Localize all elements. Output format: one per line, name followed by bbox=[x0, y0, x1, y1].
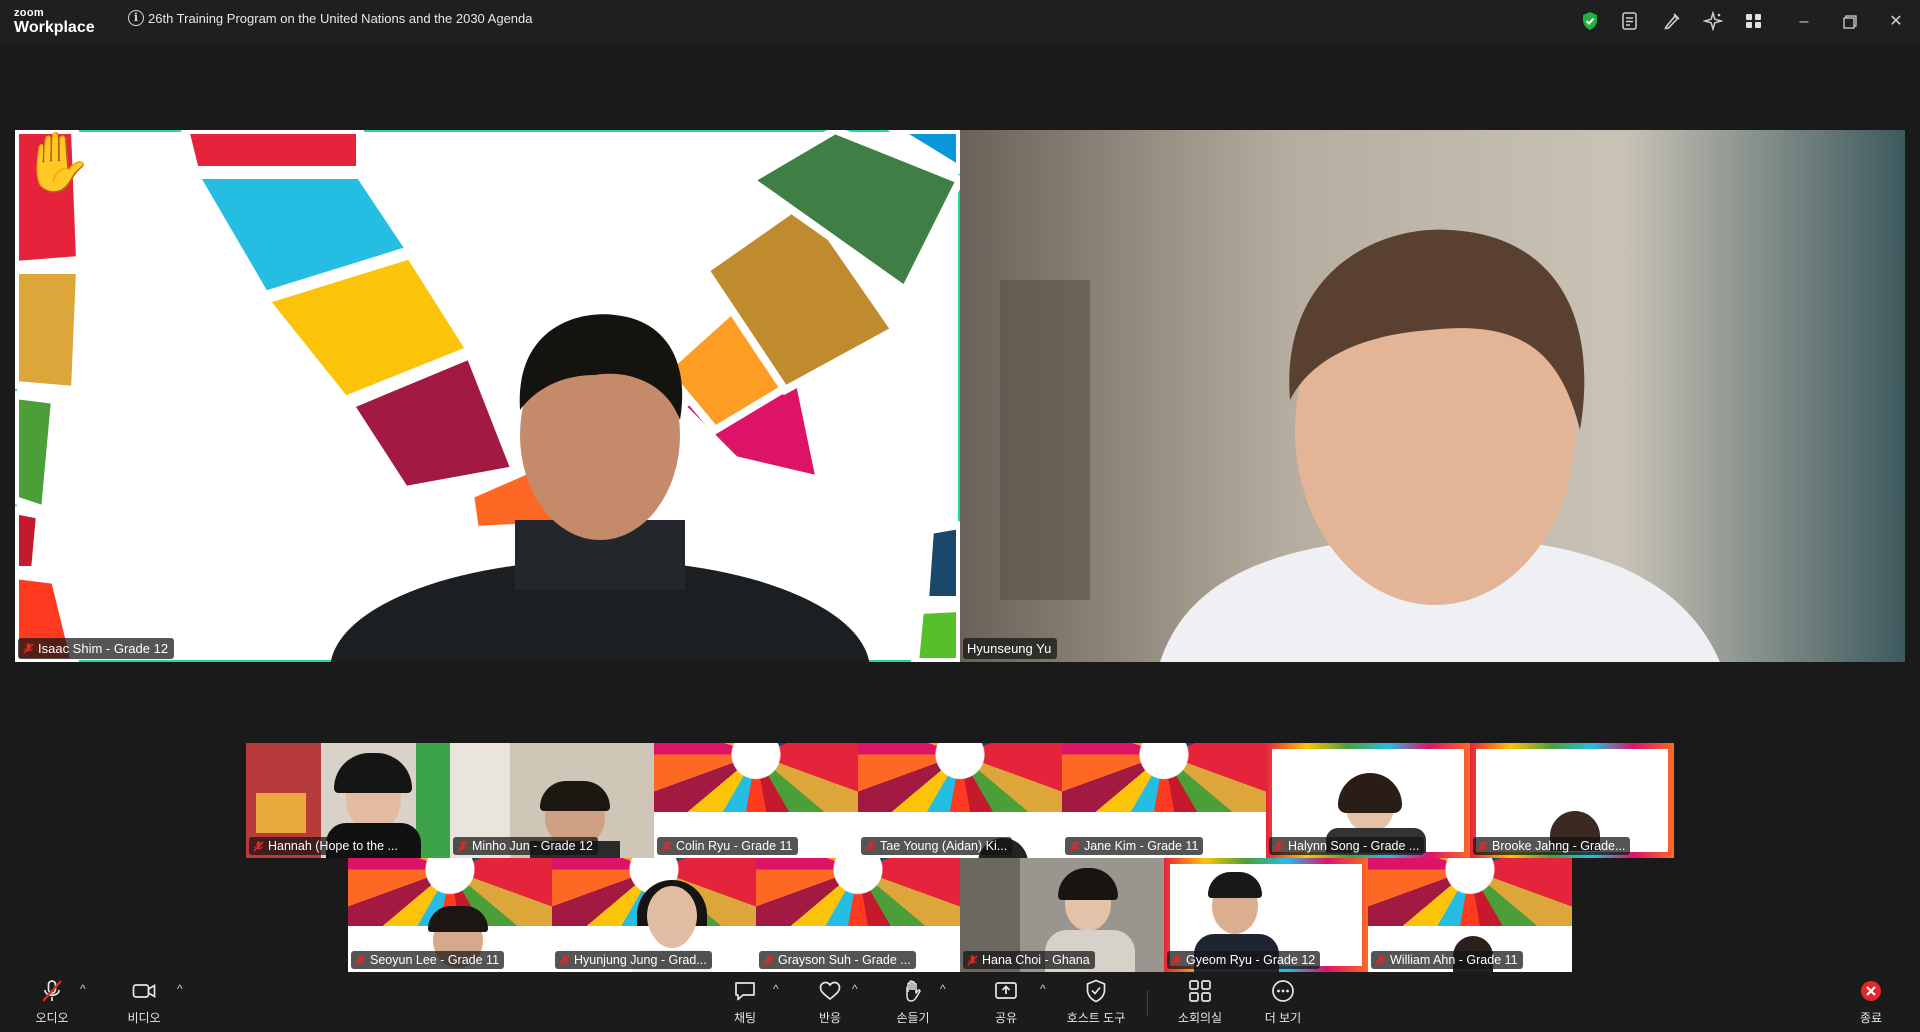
chat-button[interactable]: 채팅 bbox=[723, 978, 767, 1026]
gallery-tile-hannah[interactable]: Hannah (Hope to the ... bbox=[246, 743, 450, 858]
security-shield-icon[interactable] bbox=[1580, 11, 1600, 31]
gallery-tile-william[interactable]: William Ahn - Grade 11 bbox=[1368, 858, 1572, 972]
video-tile-hyunseung[interactable]: Hyunseung Yu bbox=[960, 130, 1905, 662]
muted-mic-icon bbox=[355, 954, 366, 966]
annotate-icon[interactable] bbox=[1662, 11, 1682, 31]
more-dots-icon bbox=[1272, 980, 1294, 1002]
participant-name-tag: Halynn Song - Grade ... bbox=[1269, 837, 1425, 855]
participant-name-tag: Jane Kim - Grade 11 bbox=[1065, 837, 1204, 855]
video-button[interactable]: 비디오 bbox=[122, 978, 166, 1026]
meeting-title: 26th Training Program on the United Nati… bbox=[148, 11, 533, 26]
raised-hand-icon: ✋ bbox=[21, 130, 94, 195]
muted-mic-icon bbox=[457, 840, 468, 852]
more-button[interactable]: 더 보기 bbox=[1258, 978, 1308, 1026]
room-background bbox=[960, 130, 1905, 662]
participant-name-tag: Grayson Suh - Grade ... bbox=[759, 951, 916, 969]
muted-mic-icon bbox=[1171, 954, 1182, 966]
reactions-options-chevron-icon[interactable]: ^ bbox=[852, 982, 858, 996]
participant-name-tag: Hannah (Hope to the ... bbox=[249, 837, 403, 855]
host-tools-button[interactable]: 호스트 도구 bbox=[1060, 978, 1132, 1026]
video-tile-isaac[interactable]: ✋ Isaac Shim - Grade 12 bbox=[15, 130, 960, 662]
gallery-tile-colin[interactable]: Colin Ryu - Grade 11 bbox=[654, 743, 858, 858]
share-screen-icon bbox=[995, 982, 1017, 999]
notes-icon[interactable] bbox=[1620, 11, 1640, 31]
muted-mic-icon bbox=[253, 840, 264, 852]
gallery-tile-hana[interactable]: Hana Choi - Ghana bbox=[960, 858, 1164, 972]
muted-mic-icon bbox=[1375, 954, 1386, 966]
raise-hand-options-chevron-icon[interactable]: ^ bbox=[940, 982, 946, 996]
muted-mic-icon bbox=[865, 840, 876, 852]
participant-name-tag: Hyunjung Jung - Grad... bbox=[555, 951, 712, 969]
share-button[interactable]: 공유 bbox=[984, 978, 1028, 1026]
meeting-toolbar: 오디오 ^ 비디오 ^ 채팅 ^ 반응 ^ 손들기 ^ 공유 ^ 호스트 도구 … bbox=[0, 972, 1920, 1032]
chat-options-chevron-icon[interactable]: ^ bbox=[773, 982, 779, 996]
heart-icon bbox=[819, 981, 841, 1001]
gallery-tile-taeyoung[interactable]: Tae Young (Aidan) Ki... bbox=[858, 743, 1062, 858]
muted-mic-icon bbox=[1477, 840, 1488, 852]
participant-name-tag: Hyunseung Yu bbox=[963, 638, 1058, 659]
raise-hand-button[interactable]: 손들기 bbox=[889, 978, 937, 1026]
zoom-workplace-logo: zoom Workplace bbox=[14, 7, 95, 36]
muted-mic-icon bbox=[763, 954, 774, 966]
audio-button[interactable]: 오디오 bbox=[30, 978, 74, 1026]
hand-icon bbox=[906, 980, 921, 1002]
gallery-tile-jane[interactable]: Jane Kim - Grade 11 bbox=[1062, 743, 1266, 858]
audio-options-chevron-icon[interactable]: ^ bbox=[80, 982, 86, 996]
end-meeting-button[interactable]: 종료 bbox=[1851, 978, 1891, 1026]
breakout-grid-icon bbox=[1189, 980, 1211, 1002]
close-button[interactable]: ✕ bbox=[1884, 11, 1908, 33]
end-x-icon bbox=[1861, 981, 1881, 1001]
muted-mic-icon bbox=[559, 954, 570, 966]
reactions-button[interactable]: 반응 bbox=[808, 978, 852, 1026]
shield-icon bbox=[1086, 979, 1106, 1003]
gallery-tile-gyeom[interactable]: Gyeom Ryu - Grade 12 bbox=[1164, 858, 1368, 972]
video-options-chevron-icon[interactable]: ^ bbox=[177, 982, 183, 996]
title-bar: zoom Workplace i 26th Training Program o… bbox=[0, 0, 1920, 44]
meeting-info-icon[interactable]: i bbox=[128, 10, 144, 26]
chat-bubble-icon bbox=[735, 982, 755, 1001]
muted-mic-icon bbox=[23, 643, 34, 654]
muted-mic-icon bbox=[661, 840, 672, 852]
toolbar-divider bbox=[1147, 990, 1148, 1016]
muted-mic-icon bbox=[42, 980, 62, 1002]
participant-name-tag: William Ahn - Grade 11 bbox=[1371, 951, 1523, 969]
maximize-button[interactable] bbox=[1838, 11, 1862, 33]
participant-name-tag: Isaac Shim - Grade 12 bbox=[18, 638, 175, 659]
breakout-rooms-button[interactable]: 소회의실 bbox=[1170, 978, 1230, 1026]
gallery-tile-seoyun[interactable]: Seoyun Lee - Grade 11 bbox=[348, 858, 552, 972]
participant-name-tag: Colin Ryu - Grade 11 bbox=[657, 837, 798, 855]
participant-name-tag: Brooke Jahng - Grade... bbox=[1473, 837, 1631, 855]
gallery-tile-minho[interactable]: Minho Jun - Grade 12 bbox=[450, 743, 654, 858]
share-options-chevron-icon[interactable]: ^ bbox=[1040, 982, 1046, 996]
gallery-tile-halynn[interactable]: Halynn Song - Grade ... bbox=[1266, 743, 1470, 858]
gallery-tile-grayson[interactable]: Grayson Suh - Grade ... bbox=[756, 858, 960, 972]
participant-name-tag: Gyeom Ryu - Grade 12 bbox=[1167, 951, 1321, 969]
participant-name-tag: Seoyun Lee - Grade 11 bbox=[351, 951, 505, 969]
ai-companion-icon[interactable] bbox=[1703, 11, 1723, 31]
participant-name-tag: Minho Jun - Grade 12 bbox=[453, 837, 598, 855]
muted-mic-icon bbox=[1273, 840, 1284, 852]
gallery-tile-hyunjung[interactable]: Hyunjung Jung - Grad... bbox=[552, 858, 756, 972]
participant-name-tag: Tae Young (Aidan) Ki... bbox=[861, 837, 1013, 855]
minimize-button[interactable]: – bbox=[1792, 11, 1816, 33]
apps-icon[interactable] bbox=[1744, 11, 1764, 31]
video-camera-icon bbox=[132, 984, 156, 998]
muted-mic-icon bbox=[967, 954, 978, 966]
sdg-wheel-background bbox=[15, 130, 960, 662]
gallery-tile-brooke[interactable]: Brooke Jahng - Grade... bbox=[1470, 743, 1674, 858]
muted-mic-icon bbox=[1069, 840, 1080, 852]
participant-name-tag: Hana Choi - Ghana bbox=[963, 951, 1095, 969]
